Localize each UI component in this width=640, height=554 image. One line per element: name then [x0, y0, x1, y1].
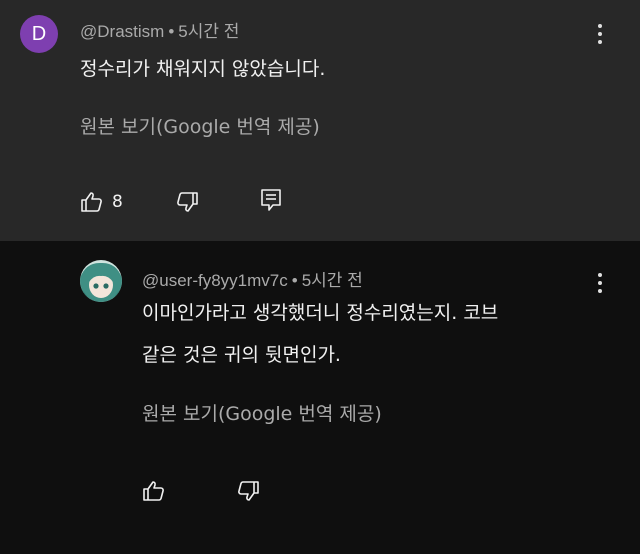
avatar-letter: D: [31, 22, 47, 45]
more-vert-icon[interactable]: [590, 269, 610, 299]
thumbs-down-icon[interactable]: [236, 479, 260, 503]
thumbs-up-icon[interactable]: [142, 479, 166, 503]
comment: D @Drastism • 5시간 전 정수리가 채워지지 않았습니다. 원본 보기…: [0, 0, 640, 241]
comment-time[interactable]: 5시간 전: [178, 22, 239, 41]
reply-meta: @user-fy8yy1mv7c • 5시간 전: [142, 266, 363, 291]
meta-separator: •: [168, 22, 175, 41]
reply-author[interactable]: @user-fy8yy1mv7c: [142, 271, 288, 290]
reply-comment: @user-fy8yy1mv7c • 5시간 전 이마인가라고 생각했더니 정수리였…: [0, 241, 640, 554]
avatar[interactable]: [80, 260, 122, 302]
thumbs-down-icon[interactable]: [175, 190, 199, 214]
see-original-link[interactable]: 원본 보기(Google 번역 제공): [142, 399, 382, 426]
meta-separator: •: [291, 271, 298, 290]
comment-author[interactable]: @Drastism: [80, 22, 164, 41]
reply-text-line-2: 같은 것은 귀의 뒷면인가.: [142, 344, 341, 366]
avatar[interactable]: D: [20, 15, 58, 53]
comment-meta: @Drastism • 5시간 전: [80, 17, 239, 42]
reply-text-line-1: 이마인가라고 생각했더니 정수리였는지. 코브: [142, 302, 499, 324]
reply-time[interactable]: 5시간 전: [302, 271, 363, 290]
comment-text: 정수리가 채워지지 않았습니다.: [80, 58, 326, 80]
see-original-link[interactable]: 원본 보기(Google 번역 제공): [80, 112, 320, 139]
more-vert-icon[interactable]: [590, 20, 610, 50]
like-count: 8: [112, 192, 123, 212]
thumbs-up-icon[interactable]: [80, 190, 104, 214]
reply-icon[interactable]: [260, 188, 282, 212]
